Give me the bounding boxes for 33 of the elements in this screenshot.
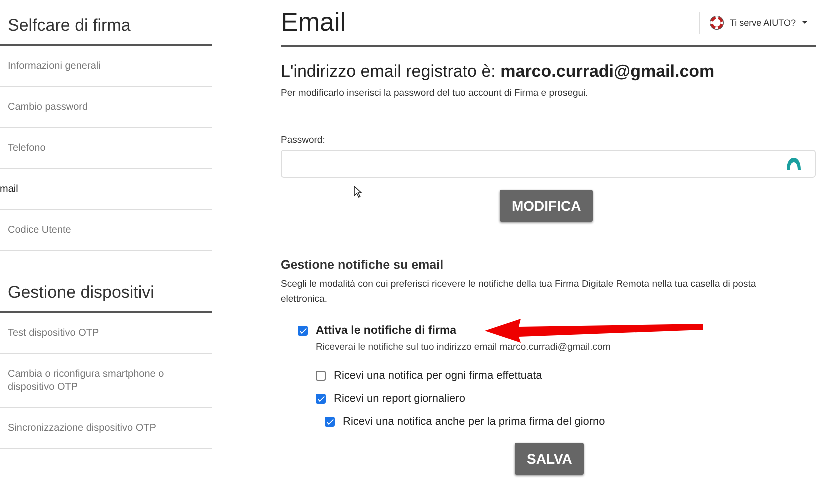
help-menu[interactable]: Ti serve AIUTO? [698, 12, 816, 34]
sidebar-heading: Selfcare di firma [0, 12, 212, 46]
save-button[interactable]: SALVA [515, 443, 584, 475]
checkbox-label: Ricevi un report giornaliero [334, 393, 466, 405]
instructions-text: Per modificarlo inserisci la password del tuo account di Firma e prosegui. [281, 88, 590, 99]
sidebar-item[interactable]: Test dispositivo OTP [0, 313, 212, 354]
sidebar-heading: Gestione dispositivi [0, 279, 212, 313]
checkbox-label: Ricevi una notifica anche per la prima firma del giorno [343, 416, 606, 428]
lifebuoy-icon [710, 16, 724, 30]
checkbox-label: Attiva le notifiche di firma [316, 325, 457, 337]
modify-button[interactable]: MODIFICA [500, 190, 594, 222]
sidebar-item[interactable]: Sincronizzazione dispositivo OTP [0, 408, 212, 449]
password-field[interactable] [281, 150, 816, 178]
field-label: Password: [281, 135, 326, 146]
sidebar-item[interactable]: Cambio password [0, 87, 212, 128]
arch-icon [787, 158, 801, 170]
sidebar-item[interactable]: Cambia o riconfigura smartphone o dispositivo OTP [0, 354, 212, 408]
checkbox[interactable] [325, 417, 335, 427]
section-heading: Gestione notifiche su email [281, 258, 445, 272]
registered-email-heading: L'indirizzo email registrato è: marco.curradi@gmail.com [281, 62, 716, 82]
hint-text: Riceverai le notifiche sul tuo indirizzo email marco.curradi@gmail.com [315, 342, 612, 353]
sidebar-item[interactable]: Informazioni generali [0, 46, 212, 87]
description-text: Scegli le modalità con cui preferisci ricevere le notifiche della tua Firma Digitale Remota nella tua casella di posta elettronica. [281, 278, 758, 307]
page-title: Email [281, 7, 346, 38]
checkbox[interactable] [298, 326, 308, 336]
sidebar-item[interactable]: mail [0, 169, 212, 210]
checkbox[interactable] [316, 394, 326, 404]
sidebar-item[interactable]: Telefono [0, 128, 212, 169]
mouse-cursor-icon [354, 186, 362, 198]
caret-icon [802, 21, 808, 24]
checkbox[interactable] [316, 371, 326, 381]
checkbox-label: Ricevi una notifica per ogni firma effettuata [334, 370, 542, 382]
sidebar-item[interactable]: Codice Utente [0, 210, 212, 251]
